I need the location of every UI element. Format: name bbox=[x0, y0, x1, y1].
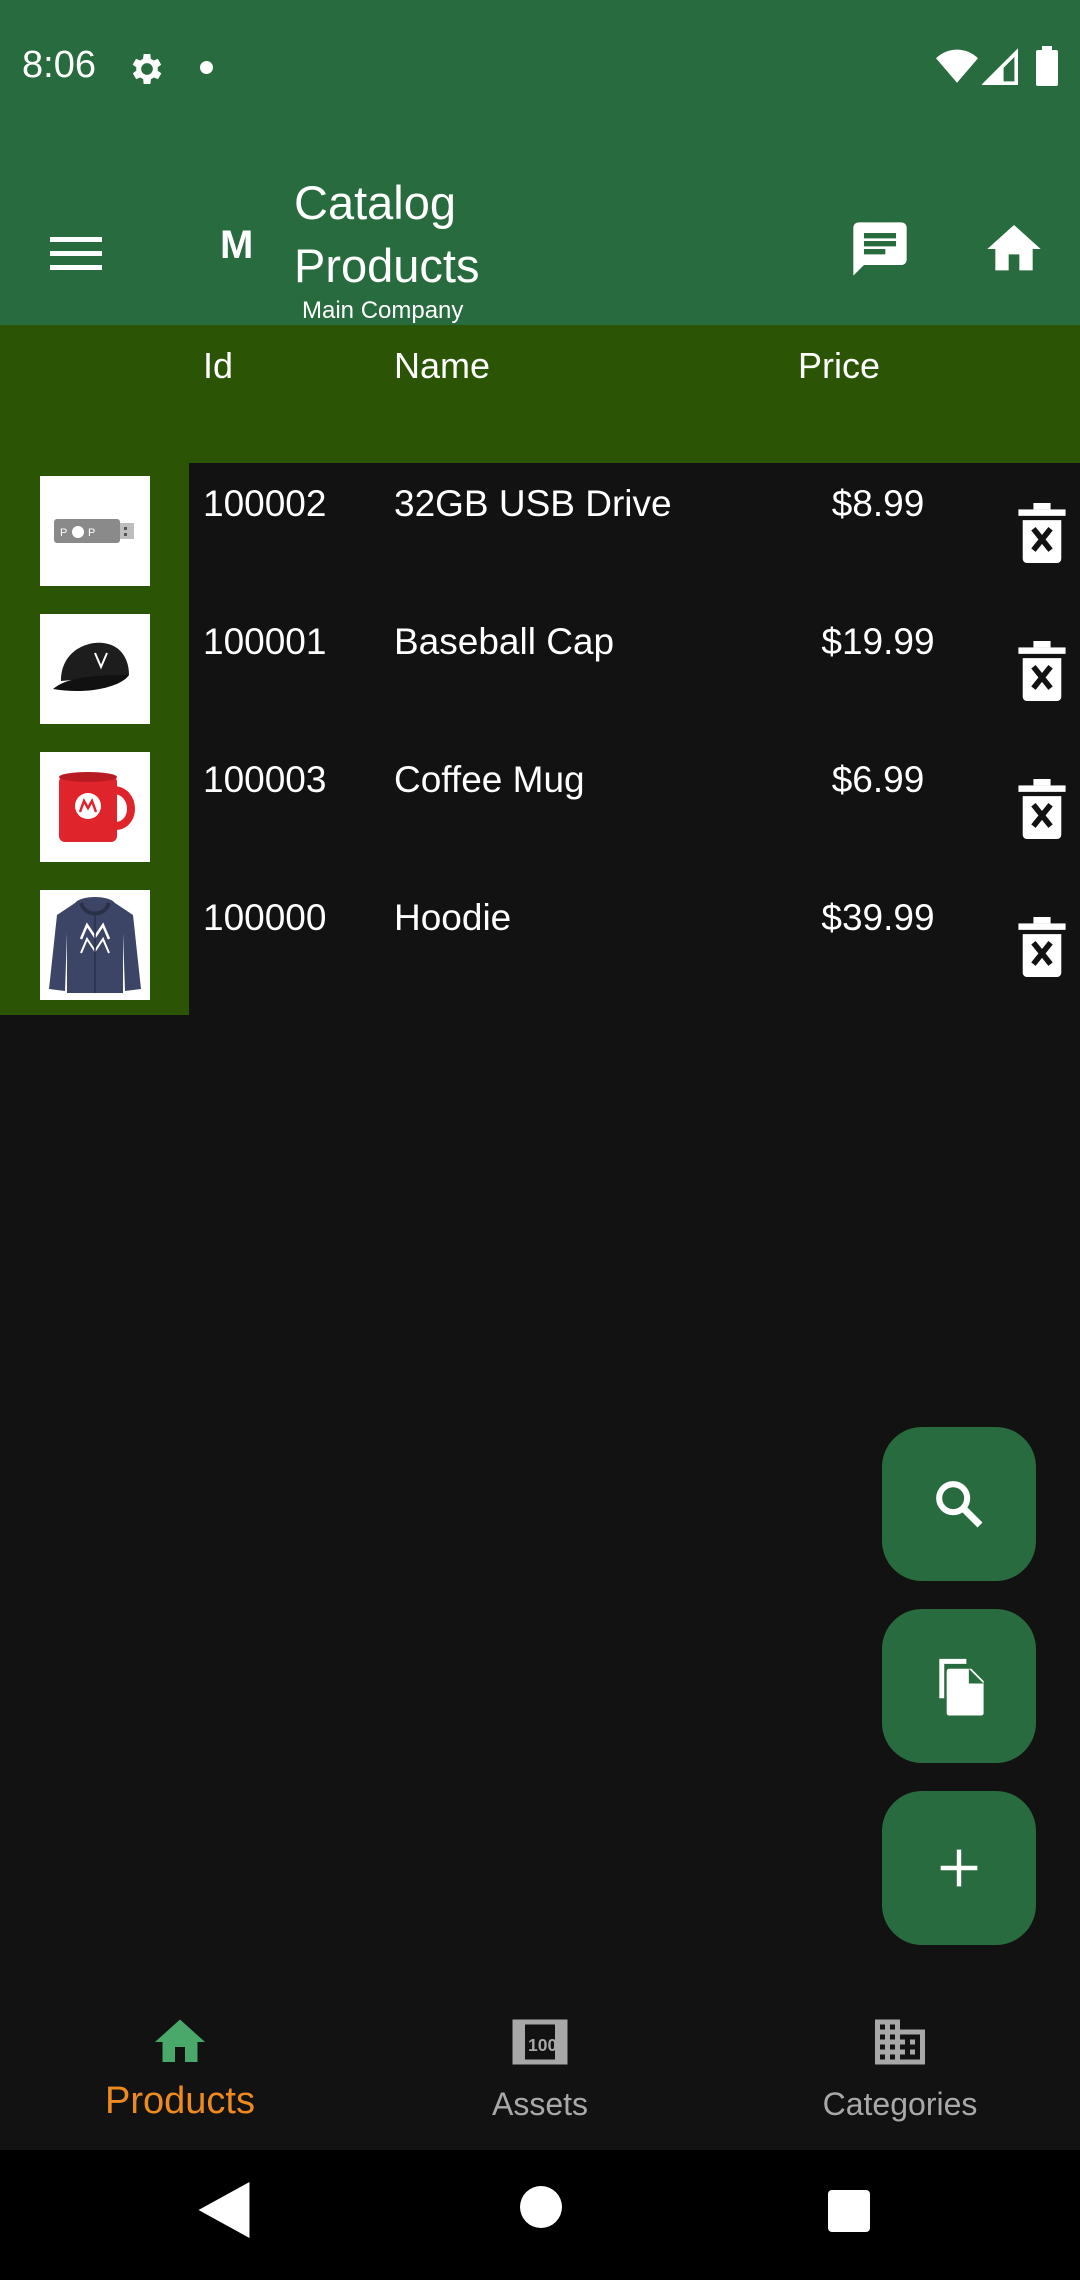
thumbnail-cell bbox=[0, 601, 189, 739]
back-icon[interactable] bbox=[198, 2182, 250, 2238]
nav-label: Categories bbox=[822, 2086, 978, 2122]
notification-dot-icon bbox=[200, 61, 213, 74]
system-navigation-bar bbox=[0, 2150, 1080, 2280]
product-name: Baseball Cap bbox=[394, 621, 615, 662]
page-title: Catalog Products bbox=[294, 171, 594, 297]
page-title-line1: Catalog bbox=[294, 176, 456, 229]
bottom-navigation: Products 100 Assets Categories bbox=[0, 1982, 1080, 2150]
company-avatar[interactable]: M bbox=[220, 223, 253, 268]
svg-text:100: 100 bbox=[528, 2035, 557, 2055]
home-circle-icon[interactable] bbox=[520, 2186, 562, 2228]
product-id: 100003 bbox=[203, 759, 327, 800]
product-price: $6.99 bbox=[831, 759, 925, 800]
table-row[interactable]: P P 100002 32GB USB Drive $8.99 bbox=[0, 463, 1080, 601]
delete-icon[interactable] bbox=[1016, 779, 1068, 839]
home-icon bbox=[155, 2019, 205, 2062]
search-button[interactable] bbox=[882, 1427, 1036, 1581]
cell-signal-icon bbox=[982, 48, 1018, 85]
page-title-line2: Products bbox=[294, 239, 480, 292]
menu-icon[interactable] bbox=[36, 223, 116, 283]
table-row[interactable]: 100000 Hoodie $39.99 bbox=[0, 877, 1080, 1015]
wifi-icon bbox=[936, 49, 978, 83]
nav-item-assets[interactable]: 100 Assets bbox=[360, 1982, 720, 2150]
thumbnail-cell bbox=[0, 877, 189, 1015]
nav-label: Assets bbox=[491, 2086, 589, 2122]
column-header-price[interactable]: Price bbox=[798, 345, 880, 387]
product-id: 100001 bbox=[203, 621, 327, 662]
svg-text:P: P bbox=[60, 527, 67, 539]
column-header-name[interactable]: Name bbox=[394, 345, 490, 387]
product-name: Coffee Mug bbox=[394, 759, 585, 800]
product-name: Hoodie bbox=[394, 897, 512, 938]
thumbnail-cell bbox=[0, 739, 189, 877]
table-header: Id Name Price bbox=[0, 325, 1080, 463]
settings-gear-icon bbox=[132, 54, 162, 84]
company-subtitle: Main Company bbox=[302, 297, 464, 324]
copy-button[interactable] bbox=[882, 1609, 1036, 1763]
nav-item-products[interactable]: Products bbox=[0, 1982, 360, 2150]
add-icon bbox=[940, 1849, 978, 1887]
recent-apps-icon[interactable] bbox=[828, 2190, 870, 2232]
product-image-hoodie bbox=[40, 890, 150, 1000]
product-image-coffee-mug bbox=[40, 752, 150, 862]
status-time: 8:06 bbox=[22, 44, 96, 86]
add-button[interactable] bbox=[882, 1791, 1036, 1945]
nav-label: Products bbox=[105, 2080, 255, 2122]
copy-icon bbox=[939, 1658, 984, 1716]
delete-icon[interactable] bbox=[1016, 641, 1068, 701]
table-row[interactable]: 100001 Baseball Cap $19.99 bbox=[0, 601, 1080, 739]
delete-icon[interactable] bbox=[1016, 917, 1068, 977]
app-bar: M Catalog Products Main Company bbox=[0, 133, 1080, 325]
chat-icon[interactable] bbox=[848, 217, 912, 281]
thumbnail-cell: P P bbox=[0, 463, 189, 601]
delete-icon[interactable] bbox=[1016, 503, 1068, 563]
nav-item-categories[interactable]: Categories bbox=[720, 1982, 1080, 2150]
table-row[interactable]: 100003 Coffee Mug $6.99 bbox=[0, 739, 1080, 877]
product-image-baseball-cap bbox=[40, 614, 150, 724]
assets-icon: 100 bbox=[512, 2019, 568, 2065]
product-id: 100000 bbox=[203, 897, 327, 938]
home-icon[interactable] bbox=[982, 217, 1046, 281]
product-name: 32GB USB Drive bbox=[394, 483, 672, 524]
product-id: 100002 bbox=[203, 483, 327, 524]
product-list: P P 100002 32GB USB Drive $8.99 100001 B… bbox=[0, 463, 1080, 1015]
search-icon bbox=[936, 1481, 983, 1528]
svg-text:P: P bbox=[88, 527, 95, 539]
product-image-usb-drive: P P bbox=[40, 476, 150, 586]
battery-icon bbox=[1036, 46, 1058, 86]
product-price: $19.99 bbox=[821, 621, 935, 662]
status-bar: 8:06 bbox=[0, 0, 1080, 133]
column-header-id[interactable]: Id bbox=[203, 345, 233, 387]
product-price: $8.99 bbox=[831, 483, 925, 524]
categories-icon bbox=[875, 2019, 925, 2065]
product-price: $39.99 bbox=[821, 897, 935, 938]
